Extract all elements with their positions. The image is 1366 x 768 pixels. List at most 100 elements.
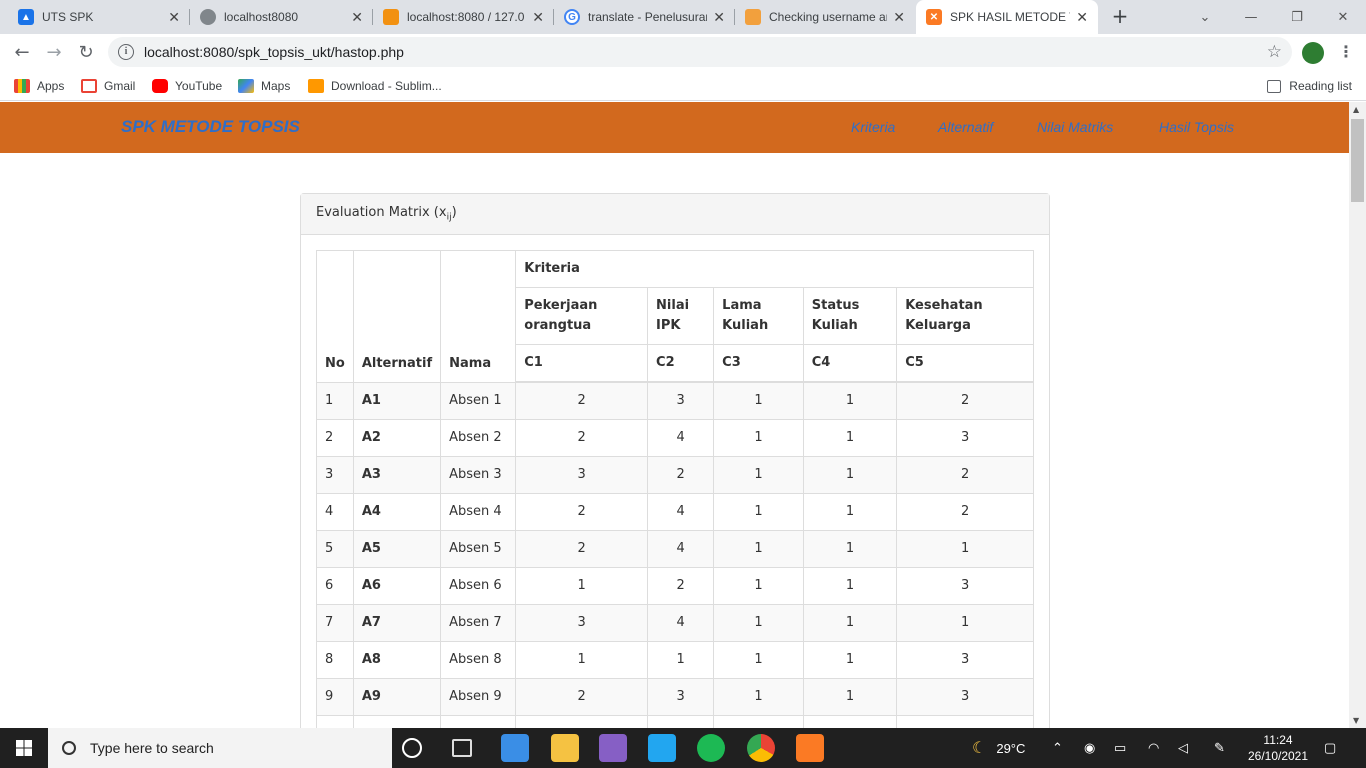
- close-icon[interactable]: ✕: [351, 9, 363, 26]
- task-view-icon[interactable]: [452, 739, 472, 757]
- new-tab-button[interactable]: +: [1108, 4, 1132, 28]
- bookmark-gmail[interactable]: Gmail: [81, 76, 135, 96]
- youtube-icon: [152, 79, 168, 93]
- cell-alternatif: A4: [352, 493, 442, 531]
- tab-phpmyadmin[interactable]: localhost:8080 / 127.0 ✕: [373, 0, 554, 34]
- close-icon[interactable]: ✕: [532, 9, 544, 26]
- nav-link-alternatif[interactable]: Alternatif: [938, 119, 993, 135]
- visual-studio-icon[interactable]: [599, 734, 627, 762]
- cell-c5: 1: [896, 530, 1034, 568]
- bookmark-star-icon[interactable]: ☆: [1267, 42, 1282, 62]
- tab-uts-spk[interactable]: ▲ UTS SPK ✕: [8, 0, 190, 34]
- cell-no: 6: [316, 567, 354, 605]
- table-row: 1 A1 Absen 123112: [316, 381, 1034, 420]
- bookmark-maps[interactable]: Maps: [238, 76, 290, 96]
- cell-c4: 1: [802, 381, 898, 420]
- reading-list-button[interactable]: Reading list: [1267, 76, 1352, 96]
- start-button[interactable]: [0, 728, 48, 768]
- close-icon[interactable]: ✕: [713, 9, 725, 26]
- cell-no: 9: [316, 678, 354, 716]
- cell-no: 2: [316, 419, 354, 457]
- bookmark-apps[interactable]: Apps: [14, 76, 64, 96]
- nav-link-nilai-matriks[interactable]: Nilai Matriks: [1037, 119, 1113, 135]
- cortana-icon[interactable]: [402, 738, 422, 758]
- header-no: No: [316, 250, 354, 383]
- tab-translate[interactable]: G translate - Penelusuran ✕: [554, 0, 735, 34]
- info-icon[interactable]: i: [118, 44, 134, 60]
- bookmark-download-sublime[interactable]: Download - Sublim...: [308, 76, 442, 96]
- close-icon[interactable]: ✕: [1076, 9, 1088, 26]
- cell-nama: Absen 8: [440, 641, 517, 679]
- criteria-name: Nilai IPK: [647, 287, 715, 345]
- tab-localhost[interactable]: localhost8080 ✕: [190, 0, 373, 34]
- scrollbar-thumb[interactable]: [1351, 119, 1364, 202]
- back-button[interactable]: ←: [10, 40, 34, 64]
- cell-c5: 2: [896, 493, 1034, 531]
- bookmark-label: YouTube: [175, 79, 223, 93]
- system-clock[interactable]: 11:24 26/10/2021: [1246, 732, 1310, 764]
- spotify-icon[interactable]: [697, 734, 725, 762]
- address-bar[interactable]: i localhost:8080/spk_topsis_ukt/hastop.p…: [108, 37, 1292, 67]
- nav-link-hasil-topsis[interactable]: Hasil Topsis: [1159, 119, 1234, 135]
- nav-link-kriteria[interactable]: Kriteria: [851, 119, 895, 135]
- cell-c2: 2: [647, 456, 715, 494]
- window-close-button[interactable]: ✕: [1320, 0, 1366, 34]
- cell-c2: 2: [647, 567, 715, 605]
- cell-c2: 4: [647, 604, 715, 642]
- meet-now-icon[interactable]: ◉: [1084, 728, 1095, 768]
- xampp-icon: ✕: [926, 9, 942, 25]
- chrome-icon[interactable]: [747, 734, 775, 762]
- cell-nama: Absen 9: [440, 678, 517, 716]
- sublime-icon: [308, 79, 324, 93]
- browser-tab-strip: ▲ UTS SPK ✕ localhost8080 ✕ localhost:80…: [0, 0, 1366, 34]
- pen-icon[interactable]: ✎: [1214, 728, 1225, 768]
- tab-spk-hasil[interactable]: ✕ SPK HASIL METODE TO ✕: [916, 0, 1098, 34]
- minimize-button[interactable]: —: [1228, 0, 1274, 34]
- cell-c2: 3: [647, 381, 715, 420]
- cell-c2: 4: [647, 530, 715, 568]
- cell-c4: 1: [802, 419, 898, 457]
- store-icon[interactable]: [501, 734, 529, 762]
- cell-c3: 1: [713, 419, 804, 457]
- scroll-up-arrow-icon[interactable]: ▲: [1353, 105, 1359, 114]
- cell-nama: Absen 4: [440, 493, 517, 531]
- show-hidden-icons[interactable]: ⌃: [1052, 728, 1063, 768]
- close-icon[interactable]: ✕: [893, 9, 905, 26]
- scroll-down-arrow-icon[interactable]: ▼: [1353, 716, 1359, 725]
- weather-moon-icon: ☾: [972, 740, 987, 757]
- file-explorer-icon[interactable]: [551, 734, 579, 762]
- phpmyadmin-icon: [383, 9, 399, 25]
- page-viewport: SPK METODE TOPSIS Kriteria Alternatif Ni…: [0, 102, 1349, 728]
- page-scrollbar[interactable]: ▲ ▼: [1349, 102, 1366, 728]
- close-icon[interactable]: ✕: [168, 9, 180, 26]
- bookmark-youtube[interactable]: YouTube: [152, 76, 222, 96]
- cell-c3: 1: [713, 456, 804, 494]
- tab-search-icon[interactable]: ⌄: [1182, 0, 1228, 34]
- xampp-icon[interactable]: [796, 734, 824, 762]
- bookmark-label: Apps: [37, 79, 65, 93]
- cell-c2: 1: [647, 641, 715, 679]
- table-row: 3 A3 Absen 332112: [316, 456, 1034, 494]
- restore-button[interactable]: ❐: [1274, 0, 1320, 34]
- cell-no: 1: [316, 381, 354, 420]
- site-brand-link[interactable]: SPK METODE TOPSIS: [121, 117, 300, 137]
- weather-widget[interactable]: ☾ 29°C: [972, 728, 1025, 768]
- profile-avatar[interactable]: [1302, 42, 1324, 64]
- cell-c5: 3: [896, 419, 1034, 457]
- wifi-icon[interactable]: ◠: [1148, 728, 1159, 768]
- cell-c1: 3: [515, 456, 649, 494]
- gmail-icon: [81, 79, 97, 93]
- taskbar-search-box[interactable]: Type here to search: [48, 728, 392, 768]
- vscode-icon[interactable]: [648, 734, 676, 762]
- forward-button[interactable]: →: [42, 40, 66, 64]
- cell-c2: 4: [647, 493, 715, 531]
- table-row: 9 A9 Absen 923113: [316, 678, 1034, 716]
- cell-alternatif: A9: [352, 678, 442, 716]
- volume-icon[interactable]: ◁: [1178, 728, 1188, 768]
- tab-checking-username[interactable]: Checking username an ✕: [735, 0, 915, 34]
- battery-icon[interactable]: ▭: [1114, 728, 1126, 768]
- reading-list-icon: [1267, 79, 1282, 93]
- reload-button[interactable]: ↻: [74, 40, 98, 64]
- menu-kebab-icon[interactable]: ⋮: [1338, 42, 1354, 61]
- notifications-icon[interactable]: ▢: [1324, 728, 1336, 768]
